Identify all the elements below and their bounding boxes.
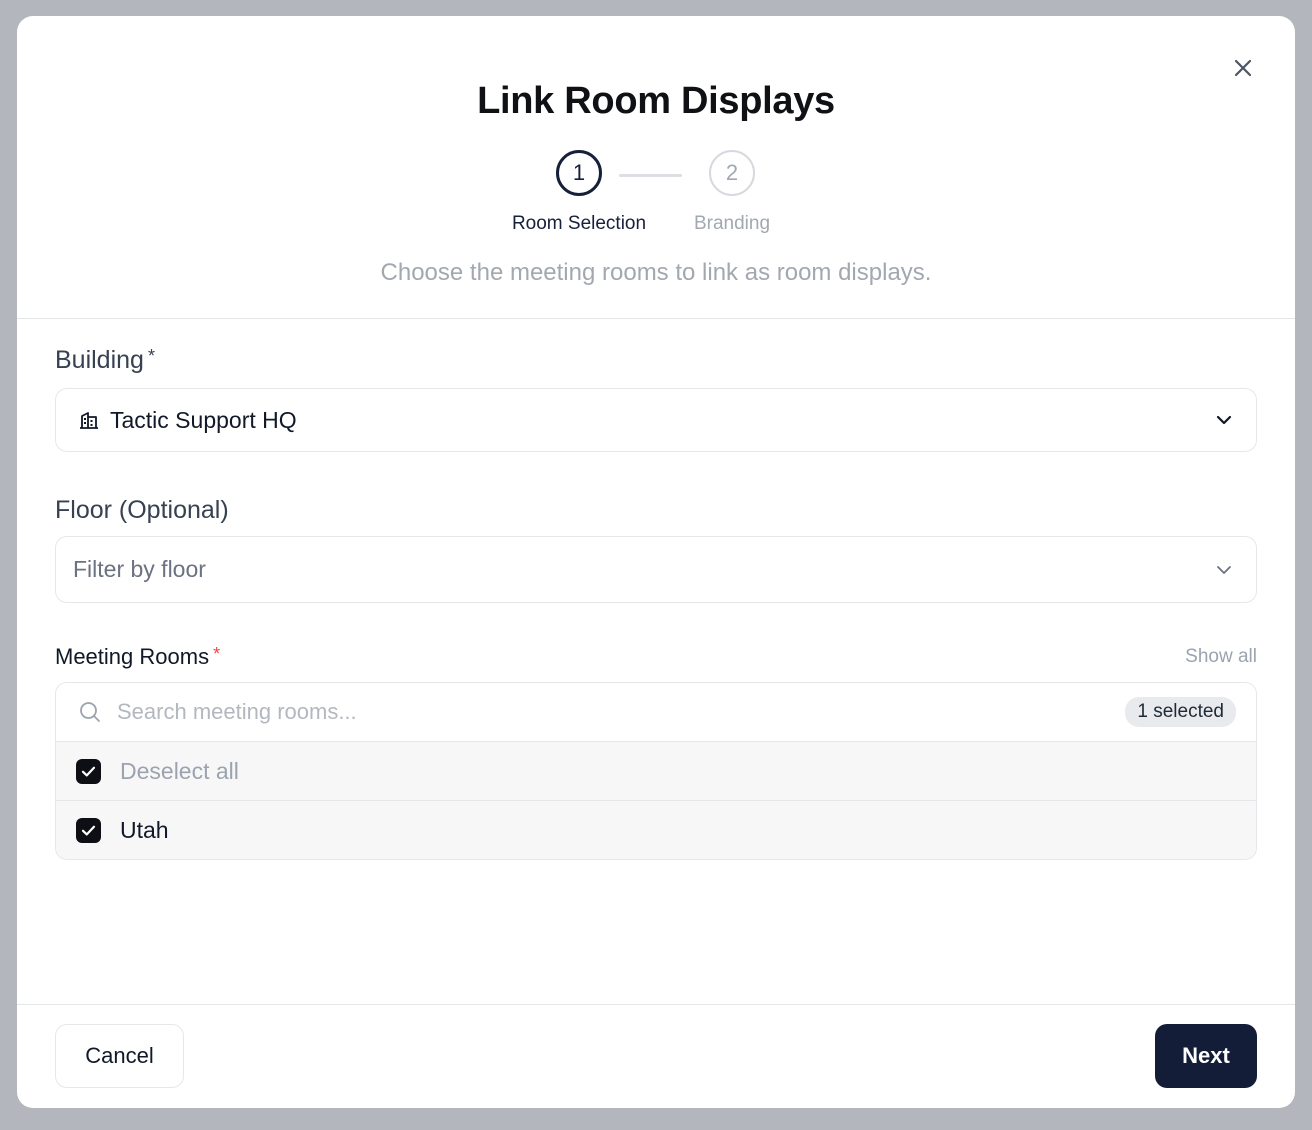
meeting-rooms-header: Meeting Rooms * Show all bbox=[55, 644, 1257, 670]
building-value: Tactic Support HQ bbox=[110, 406, 297, 433]
step-branding: 2 Branding bbox=[642, 150, 822, 235]
stepper: 1 Room Selection 2 Branding bbox=[17, 150, 1295, 260]
floor-label: Floor (Optional) bbox=[55, 496, 229, 524]
checkbox-checked-icon[interactable] bbox=[76, 758, 101, 784]
link-room-displays-modal: Link Room Displays 1 Room Selection 2 Br… bbox=[17, 16, 1295, 1108]
building-label: Building bbox=[55, 346, 144, 374]
chevron-down-icon bbox=[1214, 410, 1234, 430]
required-mark: * bbox=[147, 346, 155, 366]
rooms-search-row: 1 selected bbox=[56, 683, 1256, 742]
building-icon bbox=[78, 409, 100, 431]
required-mark: * bbox=[213, 644, 221, 664]
floor-label-row: Floor (Optional) bbox=[55, 496, 1257, 525]
next-button[interactable]: Next bbox=[1155, 1024, 1257, 1088]
building-label-row: Building * bbox=[55, 346, 1257, 375]
chevron-down-icon bbox=[1214, 560, 1234, 580]
meeting-rooms-label: Meeting Rooms bbox=[55, 644, 210, 669]
modal-footer: Cancel Next bbox=[17, 1004, 1295, 1108]
room-row-utah[interactable]: Utah bbox=[56, 800, 1256, 859]
modal-title: Link Room Displays bbox=[477, 80, 835, 122]
rooms-search-input[interactable] bbox=[115, 698, 1126, 726]
selected-count-badge: 1 selected bbox=[1125, 697, 1236, 727]
deselect-all-label: Deselect all bbox=[120, 757, 239, 784]
cancel-button[interactable]: Cancel bbox=[55, 1024, 184, 1088]
step-number: 2 bbox=[709, 150, 755, 196]
step-label: Branding bbox=[693, 213, 771, 234]
search-icon bbox=[78, 700, 102, 724]
show-all-link[interactable]: Show all bbox=[1185, 646, 1257, 668]
deselect-all-row[interactable]: Deselect all bbox=[56, 742, 1256, 800]
modal-subtitle: Choose the meeting rooms to link as room… bbox=[380, 259, 932, 286]
building-select[interactable]: Tactic Support HQ bbox=[55, 388, 1257, 452]
floor-select[interactable]: Filter by floor bbox=[55, 536, 1257, 603]
checkbox-checked-icon[interactable] bbox=[76, 817, 101, 843]
modal-header: Link Room Displays 1 Room Selection 2 Br… bbox=[17, 16, 1295, 319]
room-name: Utah bbox=[120, 816, 169, 843]
step-number: 1 bbox=[556, 150, 602, 196]
floor-placeholder: Filter by floor bbox=[73, 556, 206, 582]
modal-body: Building * Tactic Support HQ Floor (Optio… bbox=[55, 319, 1257, 860]
meeting-rooms-list: 1 selected Deselect all Utah bbox=[55, 682, 1257, 860]
